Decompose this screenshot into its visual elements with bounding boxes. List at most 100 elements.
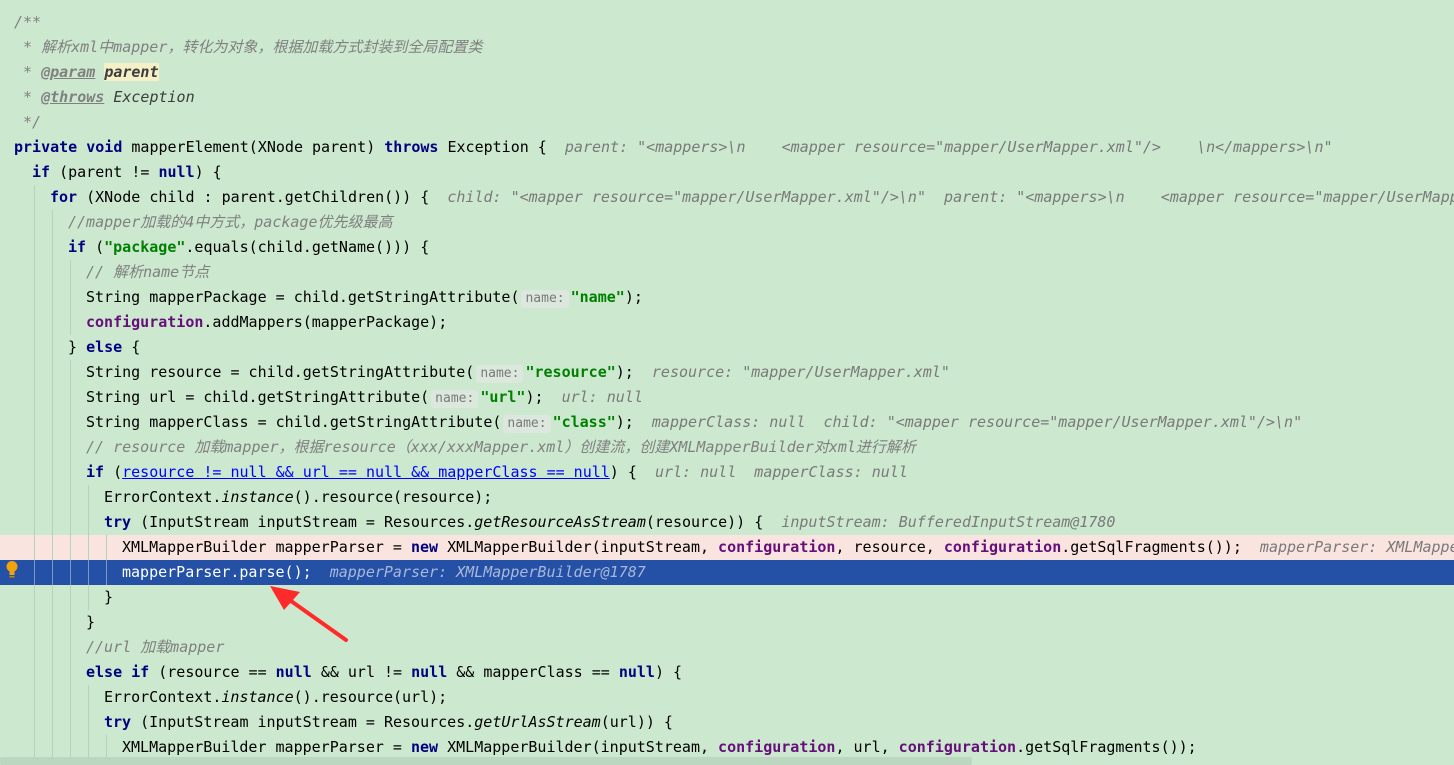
- code-line[interactable]: private void mapperElement(XNode parent)…: [0, 135, 1454, 160]
- parameter-hint: name:: [521, 290, 569, 308]
- inline-debug-value: url: null mapperClass: null: [654, 463, 908, 481]
- indent-guide: [52, 685, 53, 710]
- code-line[interactable]: //url 加载mapper: [0, 635, 1454, 660]
- code-line[interactable]: if ("package".equals(child.getName())) {: [0, 235, 1454, 260]
- code-token: configuration: [718, 738, 836, 756]
- code-line[interactable]: // resource 加载mapper，根据resource（xxx/xxxM…: [0, 435, 1454, 460]
- code-token: ().resource(url);: [293, 688, 448, 706]
- code-token: (XNode child : parent.getChildren()) {: [86, 188, 448, 206]
- indent-guide: [88, 685, 89, 710]
- code-line[interactable]: }: [0, 585, 1454, 610]
- code-text: /**: [14, 10, 41, 35]
- code-token: instance: [221, 688, 294, 706]
- indent-guide: [52, 210, 53, 235]
- code-line[interactable]: if (resource != null && url == null && m…: [0, 460, 1454, 485]
- code-line[interactable]: * 解析xml中mapper，转化为对象，根据加载方式封装到全局配置类: [0, 35, 1454, 60]
- indent-guide: [34, 335, 35, 360]
- indent-guide: [34, 410, 35, 435]
- code-token: ) {: [194, 163, 222, 181]
- code-line[interactable]: * @throws Exception: [0, 85, 1454, 110]
- code-text: String mapperPackage = child.getStringAt…: [86, 285, 643, 310]
- indent-guide: [88, 535, 89, 560]
- code-token: new: [410, 538, 448, 556]
- code-line[interactable]: } else {: [0, 335, 1454, 360]
- indent-guide: [52, 485, 53, 510]
- code-token: for: [50, 188, 87, 206]
- parameter-hint: name:: [431, 390, 479, 408]
- horizontal-scrollbar[interactable]: [0, 757, 972, 765]
- code-line[interactable]: * @param parent: [0, 60, 1454, 85]
- indent-guide: [70, 285, 71, 310]
- code-line[interactable]: String url = child.getStringAttribute(na…: [0, 385, 1454, 410]
- code-line[interactable]: ErrorContext.instance().resource(resourc…: [0, 485, 1454, 510]
- indent-guide: [34, 635, 35, 660]
- indent-guide: [70, 660, 71, 685]
- code-token: *: [14, 63, 42, 81]
- code-token: configuration: [86, 313, 204, 331]
- code-text: configuration.addMappers(mapperPackage);: [86, 310, 447, 335]
- inline-debug-value: child: "<mapper resource="mapper/UserMap…: [447, 188, 1454, 206]
- indent-guide: [52, 235, 53, 260]
- code-token: //url 加载mapper: [86, 638, 225, 656]
- indent-guide: [70, 310, 71, 335]
- code-token: throws: [384, 138, 448, 156]
- code-token: try: [104, 713, 141, 731]
- code-line[interactable]: /**: [0, 10, 1454, 35]
- code-text: if ("package".equals(child.getName())) {: [68, 235, 429, 260]
- indent-guide: [70, 485, 71, 510]
- indent-guide: [70, 685, 71, 710]
- code-line[interactable]: }: [0, 610, 1454, 635]
- parameter-hint: name:: [503, 415, 551, 433]
- indent-guide: [88, 485, 89, 510]
- code-text: * @throws Exception: [14, 85, 195, 110]
- code-token: (url)) {: [600, 713, 673, 731]
- indent-guide: [34, 385, 35, 410]
- code-text: // resource 加载mapper，根据resource（xxx/xxxM…: [86, 435, 916, 460]
- indent-guide: [52, 385, 53, 410]
- code-token: parent: [104, 63, 159, 81]
- code-line[interactable]: String resource = child.getStringAttribu…: [0, 360, 1454, 385]
- code-text: //url 加载mapper: [86, 635, 224, 660]
- code-line[interactable]: configuration.addMappers(mapperPackage);: [0, 310, 1454, 335]
- code-line[interactable]: String mapperClass = child.getStringAttr…: [0, 410, 1454, 435]
- code-token: private void: [14, 138, 132, 156]
- code-token: );: [525, 388, 562, 406]
- code-line[interactable]: try (InputStream inputStream = Resources…: [0, 510, 1454, 535]
- code-line[interactable]: else if (resource == null && url != null…: [0, 660, 1454, 685]
- code-line[interactable]: if (parent != null) {: [0, 160, 1454, 185]
- indent-guide: [34, 485, 35, 510]
- breakpoint-line[interactable]: XMLMapperBuilder mapperParser = new XMLM…: [0, 535, 1454, 560]
- code-line[interactable]: try (InputStream inputStream = Resources…: [0, 710, 1454, 735]
- indent-guide: [70, 635, 71, 660]
- code-line[interactable]: String mapperPackage = child.getStringAt…: [0, 285, 1454, 310]
- code-line[interactable]: // 解析name节点: [0, 260, 1454, 285]
- code-token: .getSqlFragments());: [1061, 538, 1260, 556]
- current-execution-line[interactable]: mapperParser.parse(); mapperParser: XMLM…: [0, 560, 1454, 585]
- code-token: resource != null && url == null && mappe…: [122, 463, 610, 481]
- code-line[interactable]: ErrorContext.instance().resource(url);: [0, 685, 1454, 710]
- code-text: else if (resource == null && url != null…: [86, 660, 682, 685]
- code-token: "package": [104, 238, 186, 256]
- code-token: (resource)) {: [645, 513, 782, 531]
- code-token: getResourceAsStream: [474, 513, 646, 531]
- inline-debug-value: inputStream: BufferedInputStream@1780: [781, 513, 1116, 531]
- indent-guide: [34, 660, 35, 685]
- code-token: Exception {: [447, 138, 565, 156]
- indent-guide: [34, 185, 35, 210]
- code-token: (InputStream inputStream = Resources.: [140, 513, 475, 531]
- code-line[interactable]: for (XNode child : parent.getChildren())…: [0, 185, 1454, 210]
- code-token: }: [104, 588, 114, 606]
- indent-guide: [52, 635, 53, 660]
- code-line[interactable]: //mapper加载的4中方式，package优先级最高: [0, 210, 1454, 235]
- code-line[interactable]: */: [0, 110, 1454, 135]
- lightbulb-icon[interactable]: [5, 560, 19, 580]
- code-token: .getSqlFragments());: [1016, 738, 1197, 756]
- indent-guide: [52, 360, 53, 385]
- indent-guide: [52, 435, 53, 460]
- code-token: configuration: [898, 738, 1017, 756]
- code-token: ErrorContext.: [104, 488, 222, 506]
- code-editor[interactable]: /** * 解析xml中mapper，转化为对象，根据加载方式封装到全局配置类 …: [0, 0, 1454, 765]
- indent-guide: [34, 585, 35, 610]
